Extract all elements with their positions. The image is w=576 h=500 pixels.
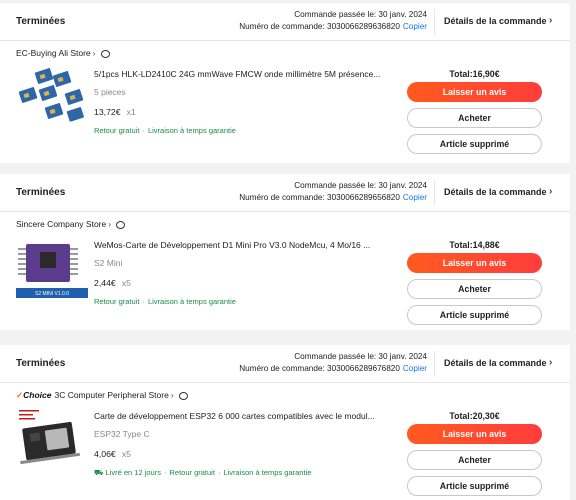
service-badges: Retour gratuit · Livraison à temps garanti… [94, 297, 236, 306]
order-status: Terminées [16, 187, 66, 198]
product-variant: ESP32 Type C [94, 429, 150, 439]
order-details-label: Détails de la commande [444, 16, 547, 26]
divider [434, 9, 435, 35]
product-qty: x5 [121, 278, 131, 288]
order-card: Terminées Commande passée le: 30 janv. 2… [0, 3, 570, 163]
order-header: Terminées Commande passée le: 30 janv. 2… [0, 345, 570, 383]
order-total: Total:16,90€ [449, 69, 500, 79]
chevron-right-icon: › [549, 186, 553, 197]
buy-again-button[interactable]: Acheter [407, 279, 542, 299]
product-price: 13,72€ [94, 107, 121, 117]
store-link[interactable]: ✓Choice 3C Computer Peripheral Store › [16, 390, 188, 401]
order-status: Terminées [16, 16, 66, 27]
product-variant: S2 Mini [94, 258, 123, 268]
radar-module-image [16, 65, 88, 127]
order-details-link[interactable]: Détails de la commande › [444, 357, 552, 368]
chevron-right-icon: › [92, 48, 96, 58]
chevron-right-icon: › [549, 15, 553, 26]
order-header: Terminées Commande passée le: 30 janv. 2… [0, 3, 570, 41]
order-date: Commande passée le: 30 janv. 2024 [294, 352, 427, 361]
leave-review-button[interactable]: Laisser un avis [407, 82, 542, 102]
product-price: 4,06€ [94, 449, 116, 459]
product-qty: x1 [126, 107, 136, 117]
product-title[interactable]: 5/1pcs HLK-LD2410C 24G mmWave FMCW onde … [94, 69, 382, 79]
service-badges: ⛟ Livré en 12 jours · Retour gratuit · Livra… [94, 468, 312, 477]
leave-review-button[interactable]: Laisser un avis [407, 424, 542, 444]
store-name: 3C Computer Peripheral Store [54, 390, 169, 400]
chat-icon[interactable] [178, 391, 188, 400]
leave-review-button[interactable]: Laisser un avis [407, 253, 542, 273]
item-deleted-button[interactable]: Article supprimé [407, 476, 542, 496]
product-price-line: 2,44€ x5 [94, 278, 131, 288]
product-title[interactable]: Carte de développement ESP32 6 000 carte… [94, 411, 382, 421]
s2-mini-board-image: S2 MINI V1.0.0 [16, 236, 88, 298]
item-deleted-button[interactable]: Article supprimé [407, 134, 542, 154]
badge: Retour gratuit [94, 126, 140, 135]
copy-link[interactable]: Copier [403, 193, 427, 202]
chevron-right-icon: › [549, 357, 553, 368]
copy-link[interactable]: Copier [403, 22, 427, 31]
choice-label: Choice [23, 390, 52, 400]
chevron-right-icon: › [108, 219, 112, 229]
order-number: Numéro de commande: 3030066289656820 [239, 192, 400, 202]
order-meta: Commande passée le: 30 janv. 2024 Numéro… [239, 9, 427, 32]
chevron-right-icon: › [170, 390, 174, 400]
order-total: Total:20,30€ [449, 411, 500, 421]
product-thumbnail[interactable]: S2 MINI V1.0.0 [16, 236, 88, 298]
store-link[interactable]: Sincere Company Store › [16, 219, 126, 229]
chat-icon[interactable] [100, 49, 110, 58]
product-thumbnail[interactable] [16, 65, 88, 127]
order-number: Numéro de commande: 3030066289676820 [239, 363, 400, 373]
order-details-label: Détails de la commande [444, 187, 547, 197]
order-details-link[interactable]: Détails de la commande › [444, 186, 552, 197]
order-date: Commande passée le: 30 janv. 2024 [294, 181, 427, 190]
product-thumbnail[interactable] [16, 407, 88, 469]
order-number: Numéro de commande: 3030066289636820 [239, 21, 400, 31]
product-price-line: 4,06€ x5 [94, 449, 131, 459]
item-deleted-button[interactable]: Article supprimé [407, 305, 542, 325]
product-qty: x5 [121, 449, 131, 459]
copy-link[interactable]: Copier [403, 364, 427, 373]
divider [434, 351, 435, 377]
order-card: Terminées Commande passée le: 30 janv. 2… [0, 174, 570, 330]
buy-again-button[interactable]: Acheter [407, 108, 542, 128]
order-total: Total:14,88€ [449, 240, 500, 250]
order-details-link[interactable]: Détails de la commande › [444, 15, 552, 26]
truck-icon: ⛟ [94, 468, 104, 477]
choice-badge: ✓Choice [16, 390, 51, 401]
divider [434, 180, 435, 206]
thumbnail-caption: S2 MINI V1.0.0 [35, 291, 69, 297]
order-meta: Commande passée le: 30 janv. 2024 Numéro… [239, 351, 427, 374]
badge: Livraison à temps garantie [147, 126, 236, 135]
badge: Livraison à temps garantie [223, 468, 312, 477]
order-date: Commande passée le: 30 janv. 2024 [294, 10, 427, 19]
order-details-label: Détails de la commande [444, 358, 547, 368]
product-title[interactable]: WeMos-Carte de Développement D1 Mini Pro… [94, 240, 382, 250]
badge: Livré en 12 jours [105, 468, 161, 477]
chat-icon[interactable] [116, 220, 126, 229]
buy-again-button[interactable]: Acheter [407, 450, 542, 470]
badge: Retour gratuit [94, 297, 140, 306]
esp32-board-image [16, 407, 88, 469]
service-badges: Retour gratuit · Livraison à temps garanti… [94, 126, 236, 135]
product-price: 2,44€ [94, 278, 116, 288]
badge: Retour gratuit [169, 468, 215, 477]
order-meta: Commande passée le: 30 janv. 2024 Numéro… [239, 180, 427, 203]
order-header: Terminées Commande passée le: 30 janv. 2… [0, 174, 570, 212]
store-name: Sincere Company Store [16, 219, 107, 229]
order-status: Terminées [16, 358, 66, 369]
store-name: EC-Buying Ali Store [16, 48, 91, 58]
product-variant: 5 pieces [94, 87, 126, 97]
store-link[interactable]: EC-Buying Ali Store › [16, 48, 110, 58]
product-price-line: 13,72€ x1 [94, 107, 136, 117]
order-card: Terminées Commande passée le: 30 janv. 2… [0, 345, 570, 500]
badge: Livraison à temps garantie [147, 297, 236, 306]
